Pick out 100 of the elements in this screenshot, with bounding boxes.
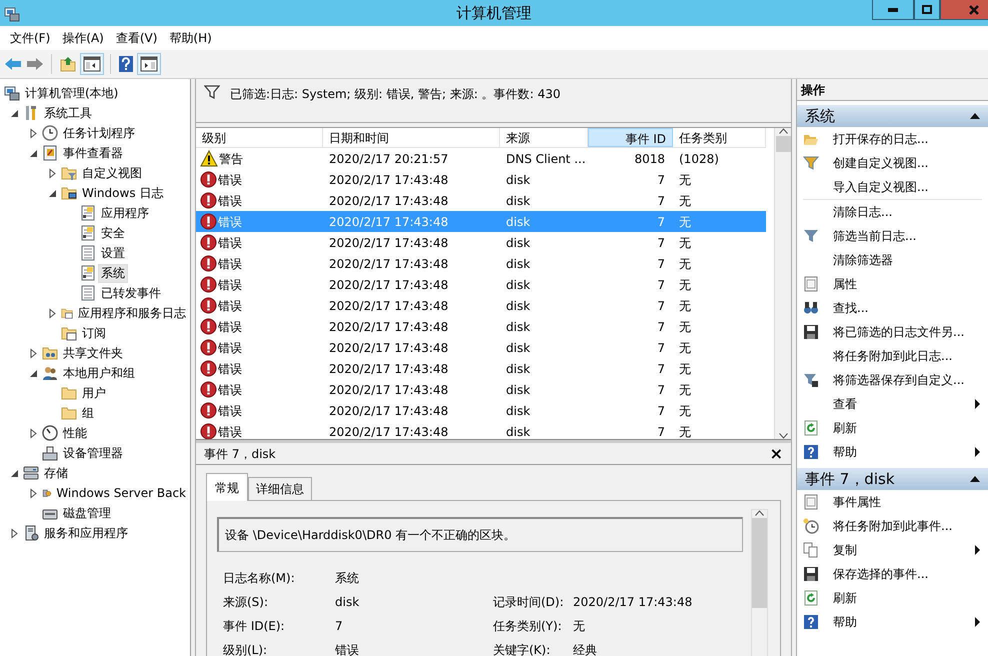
event-row[interactable]: 错误 2020/2/17 17:43:48 disk 7 无 (196, 337, 766, 358)
collapse-arrow-icon[interactable] (8, 108, 20, 118)
event-row[interactable]: 错误 2020/2/17 17:43:48 disk 7 无 (196, 232, 766, 253)
tree-item[interactable]: 计算机管理(本地) (23, 84, 120, 102)
field-label: 日志名称(M): (223, 570, 296, 587)
scroll-bar[interactable] (774, 128, 791, 439)
action-item[interactable]: 打开保存的日志... (797, 127, 988, 151)
expand-arrow-icon[interactable] (28, 488, 38, 498)
action-item[interactable]: 查找... (797, 296, 988, 320)
scroll-thumb[interactable] (752, 518, 767, 608)
menu-item[interactable]: 查看(V) (110, 26, 164, 50)
forward-button[interactable] (26, 56, 44, 72)
tree-item[interactable]: 磁盘管理 (61, 504, 113, 522)
tree-item[interactable]: 服务和应用程序 (42, 524, 130, 542)
table-cell-text: disk (505, 318, 532, 336)
event-row[interactable]: 错误 2020/2/17 17:43:48 disk 7 无 (196, 190, 766, 211)
tree-item[interactable]: 设备管理器 (61, 444, 125, 462)
tree-item[interactable]: 应用程序 (99, 204, 151, 222)
action-item[interactable]: 帮助 (797, 440, 988, 464)
tree-item[interactable]: 任务计划程序 (61, 124, 137, 142)
action-item[interactable]: 清除筛选器 (797, 248, 988, 272)
action-item[interactable]: 将筛选器保存到自定义... (797, 368, 988, 392)
minimize-button[interactable] (872, 0, 914, 20)
tree-item[interactable]: 安全 (99, 224, 127, 242)
close-button[interactable] (940, 0, 988, 20)
help-button[interactable] (118, 55, 134, 73)
expand-arrow-icon[interactable] (28, 348, 38, 358)
back-button[interactable] (4, 56, 22, 72)
collapse-arrow-icon[interactable] (46, 188, 58, 198)
tree-item[interactable]: 本地用户和组 (61, 364, 137, 382)
tree-item[interactable]: Windows 日志 (80, 184, 166, 202)
tab[interactable]: 详细信息 (248, 477, 312, 500)
scroll-thumb[interactable] (776, 136, 790, 152)
action-item[interactable]: 清除日志... (797, 200, 988, 224)
column-header[interactable]: 日期和时间 (323, 128, 500, 147)
maximize-icon (922, 5, 932, 14)
event-row[interactable]: 错误 2020/2/17 17:43:48 disk 7 无 (196, 400, 766, 421)
event-row[interactable]: 错误 2020/2/17 17:43:48 disk 7 无 (196, 421, 766, 439)
expand-arrow-icon[interactable] (46, 308, 58, 318)
action-item[interactable]: 创建自定义视图... (797, 151, 988, 175)
event-row[interactable]: 错误 2020/2/17 17:43:48 disk 7 无 (196, 253, 766, 274)
menu-item[interactable]: 文件(F) (4, 26, 56, 50)
tree-item[interactable]: 订阅 (80, 324, 108, 342)
action-item[interactable]: 查看 (797, 392, 988, 416)
scroll-bar[interactable] (751, 509, 768, 656)
action-pane-button[interactable] (138, 54, 160, 74)
action-item[interactable]: 将任务附加到此日志... (797, 344, 988, 368)
action-item[interactable]: 刷新 (797, 416, 988, 440)
action-item[interactable]: 属性 (797, 272, 988, 296)
event-row[interactable]: 错误 2020/2/17 17:43:48 disk 7 无 (196, 169, 766, 190)
expand-arrow-icon[interactable] (46, 168, 58, 178)
column-header[interactable]: 任务类别 (673, 128, 766, 147)
column-header[interactable]: 事件 ID (588, 128, 673, 147)
up-folder-button[interactable] (59, 55, 77, 73)
action-item[interactable]: 保存选择的事件... (797, 562, 988, 586)
gauge-icon (42, 425, 58, 441)
collapse-arrow-icon[interactable] (28, 368, 38, 378)
tab[interactable]: 常规 (206, 473, 248, 501)
expand-arrow-icon[interactable] (28, 428, 38, 438)
tree-item[interactable]: 事件查看器 (61, 144, 125, 162)
table-cell-text: disk (505, 256, 532, 272)
action-item[interactable]: 将任务附加到此事件... (797, 514, 988, 538)
action-item[interactable]: 刷新 (797, 586, 988, 610)
event-row[interactable]: 警告 2020/2/17 20:21:57 DNS Client ... 8018 (1028) (196, 148, 766, 169)
tree-item[interactable]: 用户 (80, 384, 108, 402)
action-item[interactable]: 帮助 (797, 610, 988, 634)
tree-item[interactable]: 性能 (61, 424, 89, 442)
event-row[interactable]: 错误 2020/2/17 17:43:48 disk 7 无 (196, 358, 766, 379)
tree-item[interactable]: 已转发事件 (99, 284, 163, 302)
action-item[interactable]: 导入自定义视图... (797, 175, 988, 199)
column-header[interactable]: 级别 (196, 128, 323, 147)
collapse-arrow-icon[interactable] (8, 468, 20, 478)
console-tree-button[interactable] (81, 54, 103, 74)
tree-item[interactable]: 系统工具 (42, 104, 94, 122)
tree-item[interactable]: 共享文件夹 (61, 344, 125, 362)
tree-item[interactable]: Windows Server Back (54, 484, 188, 502)
tree-item[interactable]: 组 (80, 404, 96, 422)
tree-item[interactable]: 应用程序和服务日志 (76, 304, 188, 322)
event-row[interactable]: 错误 2020/2/17 17:43:48 disk 7 无 (196, 316, 766, 337)
tree-item[interactable]: 存储 (42, 464, 70, 482)
tree-item[interactable]: 设置 (99, 244, 127, 262)
maximize-button[interactable] (914, 0, 940, 20)
action-item[interactable]: 将已筛选的日志文件另... (797, 320, 988, 344)
tree-item[interactable]: 系统 (99, 264, 127, 282)
expand-arrow-icon[interactable] (8, 528, 20, 538)
section-header[interactable]: 系统 (797, 105, 988, 127)
menu-item[interactable]: 帮助(H) (163, 26, 218, 50)
menu-item[interactable]: 操作(A) (56, 26, 110, 50)
close-button[interactable]: × (770, 442, 783, 466)
tree-item[interactable]: 自定义视图 (80, 164, 144, 182)
pane-title: 操作 (797, 79, 988, 101)
action-item[interactable]: 复制 (797, 538, 988, 562)
collapse-arrow-icon[interactable] (28, 148, 38, 158)
event-row[interactable]: 错误 2020/2/17 17:43:48 disk 7 无 (196, 295, 766, 316)
action-item[interactable]: 事件属性 (797, 490, 988, 514)
action-item[interactable]: 筛选当前日志... (797, 224, 988, 248)
expand-arrow-icon[interactable] (28, 128, 38, 138)
event-row[interactable]: 错误 2020/2/17 17:43:48 disk 7 无 (196, 274, 766, 295)
event-row[interactable]: 错误 2020/2/17 17:43:48 disk 7 无 (196, 379, 766, 400)
section-header[interactable]: 事件 7，disk (797, 468, 988, 490)
